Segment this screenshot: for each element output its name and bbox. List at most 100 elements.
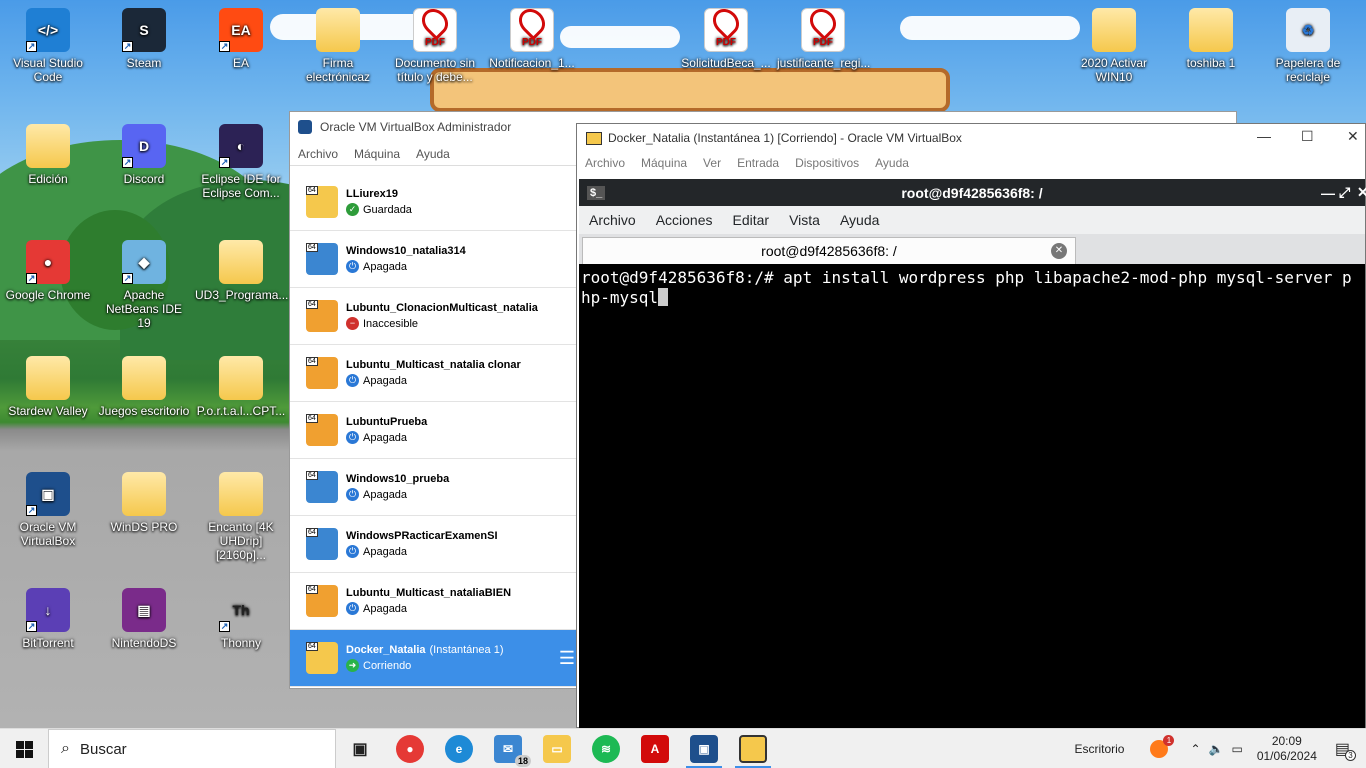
vm-taskbar-icon[interactable] [739, 735, 767, 763]
vm-os-icon: 64 [306, 186, 338, 218]
menu-maquina[interactable]: Máquina [354, 147, 400, 161]
desktop-icon-vscode[interactable]: </> ↗ Visual Studio Code [2, 8, 94, 84]
terminal-close-button[interactable]: ✕ [1357, 184, 1366, 201]
desktop-icon-vbox[interactable]: ▣ ↗ Oracle VM VirtualBox [2, 472, 94, 548]
vm-name: Windows10_prueba [346, 473, 449, 485]
desktop-icon-folder[interactable]: P.o.r.t.a.l...CPT... [195, 356, 287, 418]
vm-list-item[interactable]: 64 Docker_Natalia (Instantánea 1) ➜ Corriend… [290, 630, 577, 687]
menu-ayuda[interactable]: Ayuda [416, 147, 450, 161]
chrome-taskbar-icon[interactable]: ● [396, 735, 424, 763]
maximize-button[interactable]: ☐ [1301, 128, 1314, 145]
acrobat-taskbar-icon[interactable]: A [641, 735, 669, 763]
vm-state: ⏻ Apagada [346, 374, 521, 387]
terminal-menu-archivo[interactable]: Archivo [579, 212, 646, 228]
terminal-output[interactable]: root@d9f4285636f8:/# apt install wordpre… [579, 264, 1359, 312]
notification-badge: 1 [1163, 735, 1175, 746]
vm-window-titlebar[interactable]: Docker_Natalia (Instantánea 1) [Corriend… [577, 124, 1365, 152]
desktop-icon-pdf[interactable]: PDF Notificacion_1... [486, 8, 578, 70]
desktop-icon-steam[interactable]: S ↗ Steam [98, 8, 190, 70]
desktop-icon-netbeans[interactable]: ◆ ↗ Apache NetBeans IDE 19 [98, 240, 190, 330]
chevron-up-icon[interactable]: ⌃ [1190, 742, 1200, 756]
terminal-maximize-button[interactable]: ⤢ [1339, 184, 1350, 201]
virtualbox-taskbar-icon[interactable]: ▣ [690, 735, 718, 763]
vm-list-item[interactable]: 64 Windows10_natalia314 ⏻ Apagada [290, 231, 577, 288]
desktop-icon-ea[interactable]: EA ↗ EA [195, 8, 287, 70]
desktop-icon-pdf[interactable]: PDF Documento sin título y debe... [389, 8, 481, 84]
terminal-tab[interactable]: root@d9f4285636f8: / ✕ [582, 237, 1076, 264]
vm-state-icon: ⏻ [346, 488, 359, 501]
ea-icon: EA ↗ [219, 8, 263, 52]
volume-icon[interactable]: 🔈 [1209, 742, 1224, 756]
close-tab-icon[interactable]: ✕ [1051, 243, 1067, 259]
vm-menu-maquina[interactable]: Máquina [641, 156, 687, 170]
desktop-icon-label: NintendoDS [111, 636, 177, 650]
desktop-icon-folder[interactable]: WinDS PRO [98, 472, 190, 534]
desktop-icon-bittorrent[interactable]: ↓ ↗ BitTorrent [2, 588, 94, 650]
spotify-taskbar-icon[interactable]: ≋ [592, 735, 620, 763]
terminal-tabbar: root@d9f4285636f8: / ✕ [579, 234, 1365, 264]
vm-window[interactable]: Docker_Natalia (Instantánea 1) [Corriend… [576, 123, 1366, 729]
vm-window-menubar: Archivo Máquina Ver Entrada Dispositivos… [577, 152, 1365, 174]
start-button[interactable] [0, 729, 48, 768]
vm-state-label: Corriendo [363, 659, 412, 672]
terminal-minimize-button[interactable]: — [1321, 185, 1335, 201]
desktop-toolbar-label[interactable]: Escritorio [1074, 742, 1124, 756]
terminal-menu-vista[interactable]: Vista [779, 212, 830, 228]
desktop-icon-folder[interactable]: toshiba 1 [1165, 8, 1257, 70]
vm-menu-archivo[interactable]: Archivo [585, 156, 625, 170]
vm-state: − Inaccesible [346, 317, 538, 330]
explorer-taskbar-icon[interactable]: ▭ [543, 735, 571, 763]
vm-os-icon: 64 [306, 243, 338, 275]
taskbar-search[interactable]: ⌕ Buscar [48, 729, 336, 768]
vm-list-item[interactable]: 64 LubuntuPrueba ⏻ Apagada [290, 402, 577, 459]
vm-menu-dispositivos[interactable]: Dispositivos [795, 156, 859, 170]
desktop-icon-folder[interactable]: UD3_Programa... [195, 240, 288, 302]
desktop-icon-thonny[interactable]: Th ↗ Thonny [195, 588, 287, 650]
vm-menu-icon[interactable]: ☰ [559, 648, 575, 669]
vm-menu-ayuda[interactable]: Ayuda [875, 156, 909, 170]
desktop-icon-discord[interactable]: D ↗ Discord [98, 124, 190, 186]
terminal-menu-editar[interactable]: Editar [723, 212, 780, 228]
vm-list-item[interactable]: 64 Lubuntu_Multicast_natalia clonar ⏻ Apaga… [290, 345, 577, 402]
mail-taskbar-icon[interactable]: ✉ 18 [494, 735, 531, 767]
guest-screen[interactable]: $_ root@d9f4285636f8: / — ⤢ ✕ Archivo Ac… [579, 179, 1366, 729]
desktop-icon-pdf[interactable]: PDF justificante_regi... [777, 8, 870, 70]
steam-icon: S ↗ [122, 8, 166, 52]
terminal-menu-acciones[interactable]: Acciones [646, 212, 723, 228]
desktop-icon-eclipse[interactable]: ◐ ↗ Eclipse IDE for Eclipse Com... [195, 124, 287, 200]
minimize-button[interactable]: — [1257, 128, 1271, 144]
desktop-icon-chrome[interactable]: ● ↗ Google Chrome [2, 240, 94, 302]
task-view-icon[interactable]: ▣ [346, 735, 374, 763]
arch-64-badge: 64 [306, 471, 318, 480]
desktop-icon-folder[interactable]: Encanto [4K UHDrip][2160p]... [195, 472, 287, 562]
vm-menu-ver[interactable]: Ver [703, 156, 721, 170]
network-icon[interactable]: ▭ [1231, 742, 1242, 756]
action-center-icon[interactable]: ▤ 3 [1335, 739, 1356, 761]
arch-64-badge: 64 [306, 528, 318, 537]
menu-archivo[interactable]: Archivo [298, 147, 338, 161]
terminal-menu-ayuda[interactable]: Ayuda [830, 212, 889, 228]
desktop-icon-folder[interactable]: Edición [2, 124, 94, 186]
desktop-icon-folder[interactable]: Stardew Valley [2, 356, 94, 418]
vm-os-icon: 64 [306, 585, 338, 617]
desktop-icon-pdf[interactable]: PDF SolicitudBeca_... [680, 8, 772, 70]
firefox-tray-icon[interactable]: 1 [1150, 735, 1175, 758]
vm-state-label: Guardada [363, 203, 412, 216]
pdf-icon: PDF [413, 8, 457, 52]
vm-list-item[interactable]: 64 LLiurex19 ✓ Guardada [290, 174, 577, 231]
vm-name: WindowsPRacticarExamenSI [346, 530, 498, 542]
vm-list-item[interactable]: 64 Windows10_prueba ⏻ Apagada [290, 459, 577, 516]
terminal-titlebar[interactable]: $_ root@d9f4285636f8: / — ⤢ ✕ [579, 179, 1366, 206]
close-button[interactable]: ✕ [1347, 128, 1359, 145]
desktop-icon-folder[interactable]: Firma electrónicaz [292, 8, 384, 84]
vm-list-item[interactable]: 64 Lubuntu_Multicast_nataliaBIEN ⏻ Apagada [290, 573, 577, 630]
edge-taskbar-icon[interactable]: e [445, 735, 473, 763]
desktop-icon-folder[interactable]: Juegos escritorio [98, 356, 190, 418]
desktop-icon-folder[interactable]: 2020 Activar WIN10 [1068, 8, 1160, 84]
vm-list-item[interactable]: 64 WindowsPRacticarExamenSI ⏻ Apagada [290, 516, 577, 573]
vm-menu-entrada[interactable]: Entrada [737, 156, 779, 170]
clock[interactable]: 20:09 01/06/2024 [1257, 734, 1317, 764]
desktop-icon-winrar[interactable]: ▤ NintendoDS [98, 588, 190, 650]
desktop-icon-recycle[interactable]: ♻ Papelera de reciclaje [1262, 8, 1354, 84]
vm-list-item[interactable]: 64 Lubuntu_ClonacionMulticast_natalia − Ina… [290, 288, 577, 345]
